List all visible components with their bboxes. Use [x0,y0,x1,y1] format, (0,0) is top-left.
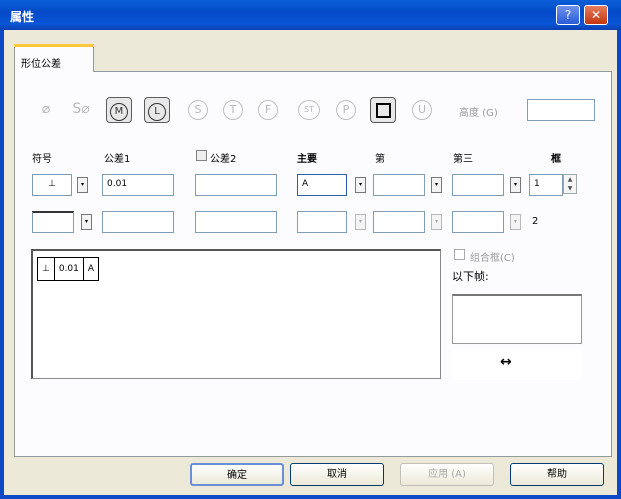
tab-label: 形位公差 [21,59,61,70]
tolerance-frame: ⊥ 0.01 A [37,257,100,281]
next-frame-label: 以下帧: [452,270,489,283]
primary-input-2[interactable] [297,211,347,233]
compose-frame-label: 组合框(C) [470,253,515,264]
preview-area: ⊥ 0.01 A [31,249,441,379]
least-material-glyph: L [148,103,166,121]
symbol-selector-1[interactable]: ⊥ [32,174,72,196]
height-input[interactable] [527,99,595,121]
close-button[interactable]: ✕ [584,5,608,25]
frame-left [0,30,4,499]
symbol-selector-2[interactable] [32,211,74,233]
ok-button[interactable]: 确定 [190,463,284,486]
tolerance2-input-2[interactable] [195,211,277,233]
least-material-icon[interactable]: L [144,97,170,123]
secondary-input-2[interactable] [373,211,425,233]
unilateral-icon[interactable]: U [412,100,432,120]
tertiary-input-2[interactable] [452,211,504,233]
primary-header: 主要 [297,154,317,165]
primary-input-1[interactable]: A [297,174,347,196]
tolerance2-header: 公差2 [210,154,237,165]
apply-button[interactable]: 应用 (A) [400,463,494,486]
next-frame-box [452,294,582,344]
help-button[interactable]: 帮助 [510,463,604,486]
secondary-input-1[interactable] [373,174,425,196]
help-title-button[interactable]: ? [556,5,580,25]
symbol-header: 符号 [32,154,52,165]
secondary-dropdown-1[interactable]: ▾ [431,177,442,193]
cancel-button[interactable]: 取消 [290,463,384,486]
tangent-plane-icon[interactable]: T [223,100,243,120]
max-material-icon[interactable]: M [106,97,132,123]
square-glyph [375,103,391,118]
frame-spinner[interactable]: ▲ ▼ [563,174,577,194]
square-icon[interactable] [370,97,396,123]
projected-icon[interactable]: P [336,100,356,120]
preview-tolerance: 0.01 [55,258,84,280]
statistical-icon[interactable]: ST [298,100,320,120]
frame-right [617,30,621,499]
secondary-header: 第 [375,154,385,165]
symbol-dropdown-2[interactable]: ▾ [81,214,92,230]
properties-dialog: 属性 ? ✕ 形位公差 ⌀ S⌀ M L S T F ST P U 高度 (G)… [0,0,621,499]
tolerance2-checkbox[interactable] [196,150,207,161]
secondary-dropdown-2[interactable]: ▾ [431,214,442,230]
frame-number-1[interactable]: 1 [529,174,563,196]
spherical-diameter-icon[interactable]: S⌀ [66,97,96,121]
rfs-icon[interactable]: S [188,100,208,120]
height-label: 高度 (G) [459,108,498,119]
arrow-area: ↔ [452,350,582,380]
frame-header: 框 [551,154,561,165]
free-state-icon[interactable]: F [258,100,278,120]
primary-dropdown-1[interactable]: ▾ [355,177,366,193]
tolerance2-input-1[interactable] [195,174,277,196]
max-material-glyph: M [110,103,128,121]
double-arrow-icon: ↔ [500,354,512,370]
tab-geometric-tolerance[interactable]: 形位公差 [14,44,94,72]
tolerance1-input-1[interactable]: 0.01 [102,174,174,196]
tertiary-dropdown-1[interactable]: ▾ [510,177,521,193]
primary-dropdown-2[interactable]: ▾ [355,214,366,230]
tertiary-dropdown-2[interactable]: ▾ [510,214,521,230]
tertiary-input-1[interactable] [452,174,504,196]
frame-bottom [0,495,621,499]
frame-number-2: 2 [532,216,539,227]
title-bar[interactable]: 属性 ? ✕ [0,0,621,30]
tolerance1-input-2[interactable] [102,211,174,233]
preview-datum: A [87,264,95,274]
diameter-icon[interactable]: ⌀ [34,97,58,121]
window-title: 属性 [10,10,35,24]
tertiary-header: 第三 [453,154,473,165]
compose-frame-checkbox[interactable] [454,249,465,260]
perpendicularity-icon: ⊥ [38,258,55,280]
tolerance1-header: 公差1 [104,154,131,165]
symbol-dropdown-1[interactable]: ▾ [77,177,88,193]
